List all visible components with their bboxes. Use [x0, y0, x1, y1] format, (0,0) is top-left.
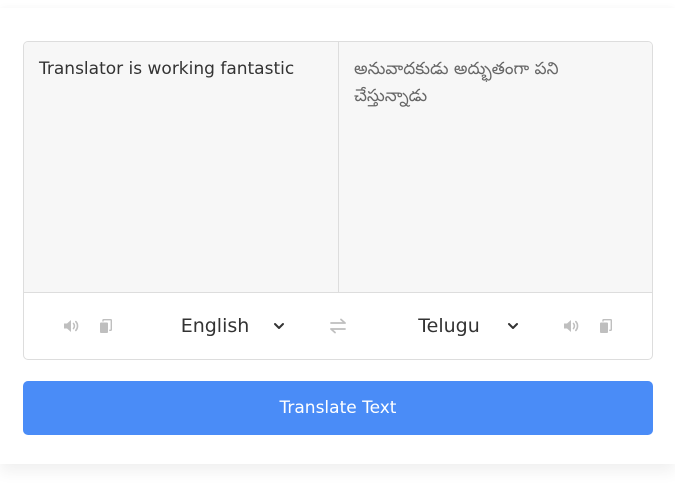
to-language-select[interactable]: Telugu — [391, 311, 519, 341]
exchange-icon[interactable] — [328, 316, 348, 336]
to-text-area[interactable]: అనువాదకుడు అద్భుతంగా పని చేస్తున్నాడు — [338, 42, 652, 292]
from-copy-icon[interactable] — [96, 317, 114, 335]
to-controls — [562, 317, 614, 335]
to-copy-icon[interactable] — [596, 317, 614, 335]
text-input-area: Translator is working fantastic అనువాదకు… — [24, 42, 652, 293]
translate-text-button[interactable]: Translate Text — [23, 381, 653, 435]
from-language-label: English — [180, 315, 250, 337]
to-language-label: Telugu — [418, 315, 480, 337]
to-chevron-down-icon — [508, 323, 518, 329]
controls-row: English Telugu — [24, 293, 652, 359]
to-volume-icon[interactable] — [562, 317, 580, 335]
from-text-area[interactable]: Translator is working fantastic — [24, 42, 338, 292]
from-language-select[interactable]: English — [157, 311, 285, 341]
translator-card: Translator is working fantastic అనువాదకు… — [0, 8, 675, 464]
from-volume-icon[interactable] — [62, 317, 80, 335]
translator-wrapper: Translator is working fantastic అనువాదకు… — [23, 41, 653, 360]
from-chevron-down-icon — [274, 323, 284, 329]
from-controls — [62, 317, 114, 335]
